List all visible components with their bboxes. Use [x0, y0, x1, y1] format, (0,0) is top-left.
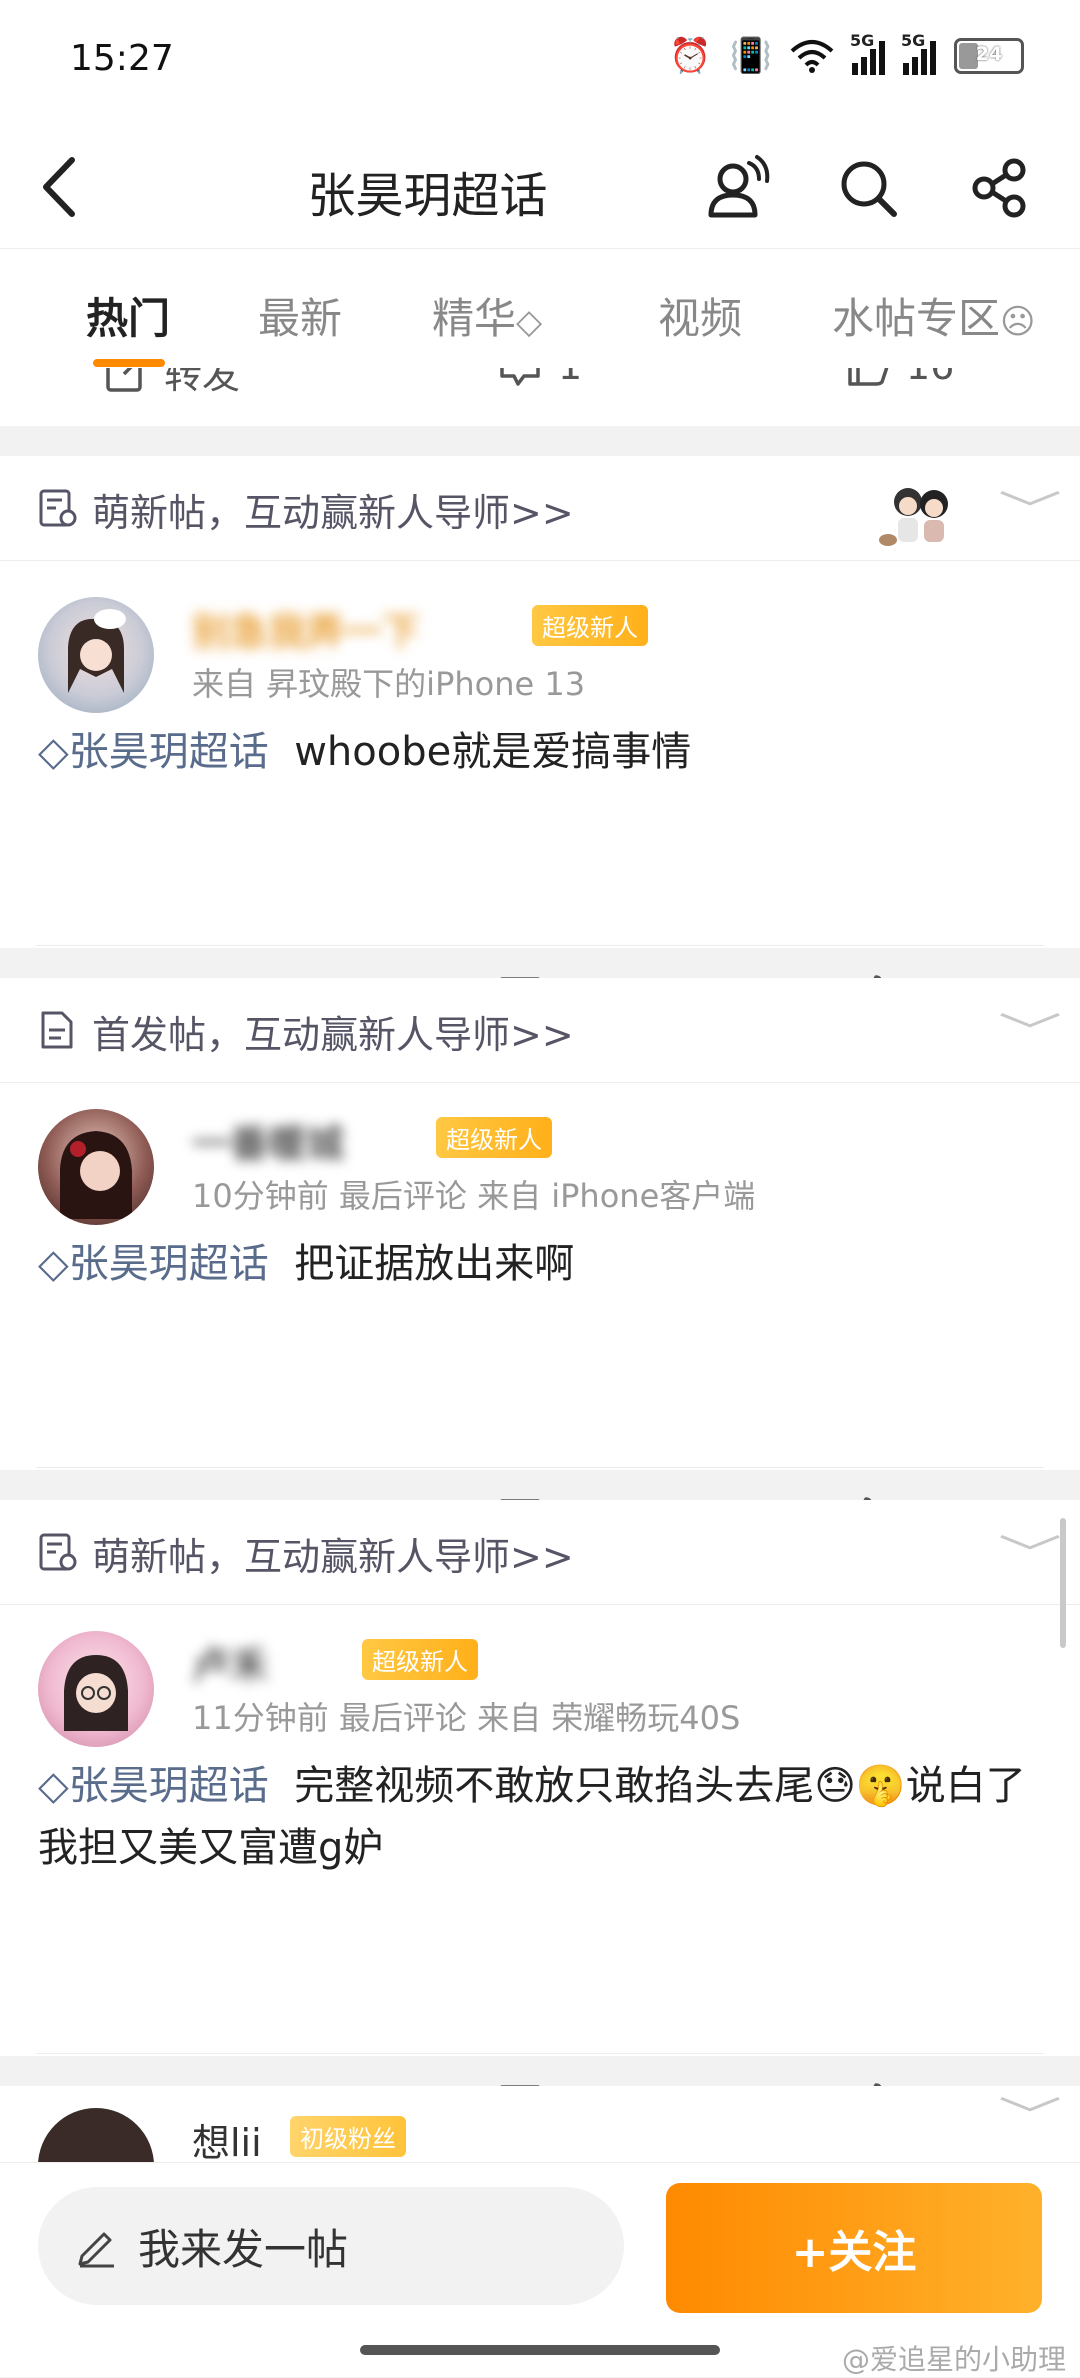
post-content: ◇张昊玥超话 完整视频不敢放只敢掐头去尾😓🤫说白了我担又美又富遭g妒: [38, 1755, 1050, 1879]
diamond-icon: ◇: [38, 1241, 69, 1287]
diamond-icon: ◇: [516, 302, 543, 342]
post-text: 把证据放出来啊: [294, 1241, 575, 1287]
ghost-icon: ☹: [1000, 302, 1036, 342]
super-newbie-badge: 超级新人: [532, 605, 648, 646]
page-title: 张昊玥超话: [307, 168, 548, 224]
thread-header[interactable]: 萌新帖，互动赢新人导师>> ﹀: [0, 1500, 1080, 1605]
thread-header[interactable]: 萌新帖，互动赢新人导师>> ﹀: [0, 456, 1080, 561]
like-button[interactable]: 16: [846, 368, 954, 388]
pen-icon: [78, 2232, 114, 2268]
partial-post-actions: 转发 1 16: [0, 368, 1080, 426]
avatar[interactable]: [38, 2108, 154, 2162]
post-meta: 11分钟前 最后评论 来自 荣耀畅玩40S: [192, 1699, 741, 1737]
battery-icon: 24: [954, 38, 1024, 74]
username[interactable]: 别急我弄一下: [192, 601, 420, 656]
topic-label: 张昊玥超话: [68, 729, 269, 775]
tab-video[interactable]: 视频: [658, 285, 742, 346]
divider: [36, 945, 1044, 946]
avatar[interactable]: [38, 1109, 154, 1225]
status-bar: 15:27 ⏰ 📳 5G 5G 24: [0, 0, 1080, 128]
tab-essence-label: 精华: [432, 294, 517, 343]
diamond-icon: ◇: [38, 1763, 69, 1809]
topic-link[interactable]: ◇张昊玥超话: [38, 729, 269, 775]
chevron-down-icon[interactable]: ﹀: [998, 2086, 1062, 2142]
username[interactable]: 想lii: [192, 2112, 262, 2162]
comment-button[interactable]: 1: [498, 368, 582, 388]
topic-label: 张昊玥超话: [68, 1241, 269, 1287]
fan-level-badge: 初级粉丝: [290, 2116, 406, 2157]
search-icon[interactable]: [830, 150, 906, 226]
post-meta: 10分钟前 最后评论 来自 iPhone客户端: [192, 1177, 756, 1215]
post-meta: 来自 昇玟殿下的iPhone 13: [192, 665, 586, 703]
super-newbie-badge: 超级新人: [362, 1639, 478, 1680]
tab-water-label: 水帖专区: [832, 294, 1001, 343]
alarm-icon: ⏰: [669, 36, 712, 76]
post-content: ◇张昊玥超话 whoobe就是爱搞事情: [38, 721, 1050, 783]
status-time: 15:27: [70, 38, 174, 79]
tab-hot[interactable]: 热门: [86, 285, 170, 346]
like-count: 16: [906, 368, 954, 388]
thread-header-text: 萌新帖，互动赢新人导师>>: [92, 491, 574, 535]
battery-level: 24: [975, 43, 1003, 65]
super-newbie-badge: 超级新人: [436, 1117, 552, 1158]
signal-icon-2: 5G: [901, 31, 936, 75]
avatar[interactable]: [38, 1631, 154, 1747]
status-icons: ⏰ 📳 5G 5G 24: [669, 31, 1024, 76]
watermark-text: @爱追星的小助理: [841, 2343, 1066, 2376]
compose-post-button[interactable]: 我来发一帖: [38, 2187, 624, 2305]
share-icon[interactable]: [962, 150, 1038, 226]
thread-header-text: 萌新帖，互动赢新人导师>>: [92, 1535, 574, 1579]
repost-button[interactable]: 转发: [104, 368, 240, 399]
tab-water-posts[interactable]: 水帖专区☹: [832, 285, 1035, 346]
post-content: ◇张昊玥超话 把证据放出来啊: [38, 1233, 1050, 1295]
new-post-icon: [39, 1533, 77, 1571]
thread-card-1: 萌新帖，互动赢新人导师>> ﹀ 别急我弄一下 超级新人 来自 昇玟殿下的iPho…: [0, 456, 1080, 1026]
post-text: whoobe就是爱搞事情: [294, 729, 692, 775]
topic-link[interactable]: ◇张昊玥超话: [38, 1763, 269, 1809]
network-type-1: 5G: [850, 31, 875, 50]
thread-card-2: 首发帖，互动赢新人导师>> ﹀ 一番暖城 超级新人 10分钟前 最后评论 来自 …: [0, 978, 1080, 1548]
follow-button[interactable]: +关注: [666, 2183, 1042, 2313]
chevron-down-icon[interactable]: ﹀: [998, 1000, 1062, 1058]
tab-bar: 热门 最新 精华◇ 视频 水帖专区☹: [0, 248, 1080, 369]
username[interactable]: 卢禾: [192, 1635, 268, 1690]
home-indicator[interactable]: [360, 2345, 720, 2355]
divider: [36, 1467, 1044, 1468]
partial-next-post: 想lii 初级粉丝 ﹀: [0, 2086, 1080, 2162]
new-post-icon: [39, 489, 77, 527]
couple-sticker: [870, 466, 970, 550]
username[interactable]: 一番暖城: [192, 1113, 344, 1168]
document-icon: [41, 1011, 73, 1049]
thread-header[interactable]: 首发帖，互动赢新人导师>> ﹀: [0, 978, 1080, 1083]
compose-label: 我来发一帖: [138, 2224, 349, 2274]
chevron-down-icon[interactable]: ﹀: [998, 478, 1062, 536]
topic-label: 张昊玥超话: [68, 1763, 269, 1809]
people-icon[interactable]: [700, 150, 776, 226]
active-tab-indicator: [93, 359, 165, 367]
chevron-down-icon[interactable]: ﹀: [998, 1522, 1062, 1580]
top-navbar: 张昊玥超话: [0, 128, 1080, 248]
thread-header-text: 首发帖，互动赢新人导师>>: [92, 1013, 574, 1057]
scrollbar[interactable]: [1060, 1518, 1066, 1648]
wifi-icon: [790, 40, 834, 73]
topic-link[interactable]: ◇张昊玥超话: [38, 1241, 269, 1287]
diamond-icon: ◇: [38, 729, 69, 775]
repost-label: 转发: [164, 368, 241, 397]
avatar[interactable]: [38, 597, 154, 713]
thread-card-3: 萌新帖，互动赢新人导师>> ﹀ 卢禾 超级新人 11分钟前 最后评论 来自 荣耀…: [0, 1500, 1080, 2134]
tab-latest[interactable]: 最新: [258, 285, 342, 346]
signal-icon-1: 5G: [850, 31, 885, 75]
divider: [36, 2053, 1044, 2054]
network-type-2: 5G: [901, 31, 926, 50]
vibrate-icon: 📳: [729, 36, 772, 76]
tab-essence[interactable]: 精华◇: [432, 285, 542, 346]
comment-count: 1: [558, 368, 582, 388]
